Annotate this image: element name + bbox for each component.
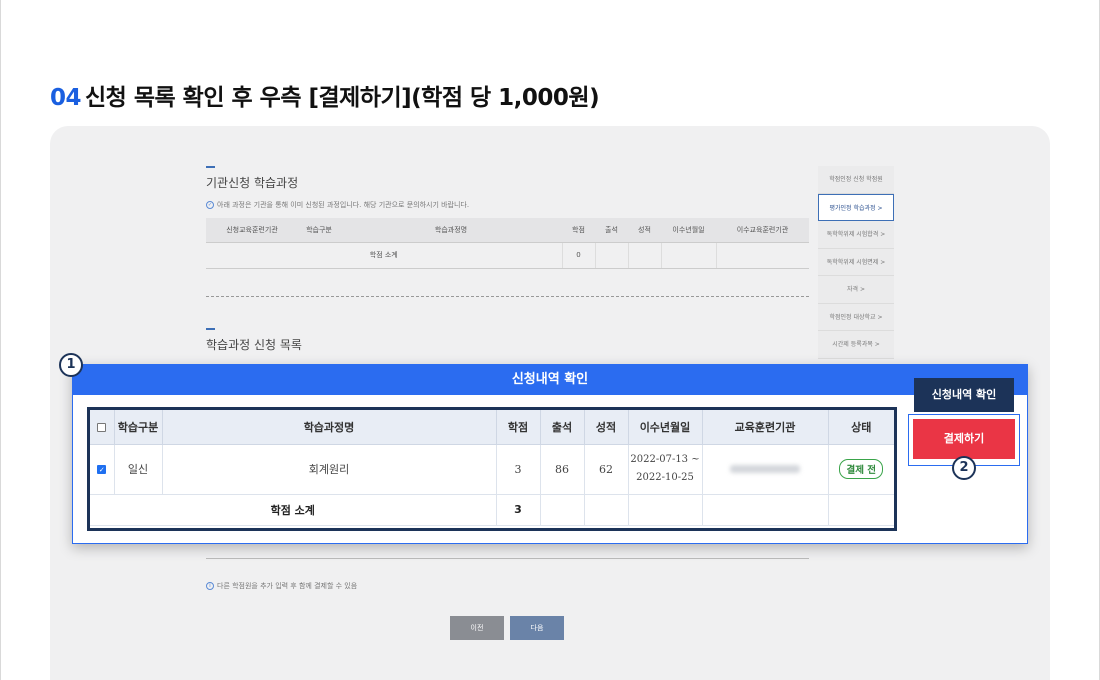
check-circle-icon: ✓ xyxy=(206,201,214,209)
select-all-cell xyxy=(90,410,115,445)
cell-status: 결제 전 xyxy=(828,444,894,495)
subtotal-value: 3 xyxy=(496,494,541,526)
step-marker-1: 1 xyxy=(59,353,83,377)
divider xyxy=(206,296,809,297)
section1-note: ✓ 아래 과정은 기관을 통해 이미 신청된 과정입니다. 해당 기관으로 문의하… xyxy=(206,201,470,209)
col-header: 신청교육훈련기관 xyxy=(206,218,298,243)
pay-button[interactable]: 결제하기 xyxy=(913,419,1015,459)
row-check-cell: ✓ xyxy=(90,444,115,495)
cell-credit: 3 xyxy=(496,444,541,495)
col-header: 출석 xyxy=(595,218,628,243)
col-header: 학습과정명 xyxy=(340,218,562,243)
cell-grade: 62 xyxy=(584,444,629,495)
confirm-application-button[interactable]: 신청내역 확인 xyxy=(914,378,1014,412)
cell-course: 회계원리 xyxy=(162,444,497,495)
col-header: 학습과정명 xyxy=(162,410,497,445)
subtotal-label: 학점 소계 xyxy=(90,494,497,526)
section2-title: 학습과정 신청 목록 xyxy=(206,338,302,352)
col-header: 이수년월일 xyxy=(628,410,703,445)
side-nav-item-exam-exempt[interactable]: 독학학위제 시험면제 > xyxy=(818,248,894,276)
institution-course-table: 신청교육훈련기관 학습구분 학습과정명 학점 출석 성적 이수년월일 이수교육훈… xyxy=(206,218,809,269)
col-header: 이수교육훈련기관 xyxy=(716,218,809,243)
cell-type: 일신 xyxy=(114,444,163,495)
col-header: 상태 xyxy=(828,410,894,445)
info-icon: i xyxy=(206,582,214,590)
section-marker xyxy=(206,328,215,330)
step-marker-2: 2 xyxy=(952,456,976,480)
section1-title: 기관신청 학습과정 xyxy=(206,176,299,190)
page-heading: 04 신청 목록 확인 후 우측 [결제하기](학점 당 1,000원) xyxy=(50,78,600,112)
col-header: 성적 xyxy=(584,410,629,445)
side-nav-item-accredited-course[interactable]: 평가인정 학습과정 > xyxy=(818,193,894,221)
step-number: 04 xyxy=(50,85,82,111)
divider xyxy=(206,558,809,559)
select-all-checkbox[interactable] xyxy=(97,422,107,432)
subtotal-row: 학점 소계 3 xyxy=(90,494,894,526)
col-header: 출석 xyxy=(540,410,585,445)
next-button[interactable]: 다음 xyxy=(510,616,564,640)
highlight-outline: 학습구분 학습과정명 학점 출석 성적 이수년월일 교육훈련기관 상태 ✓ 일신… xyxy=(87,407,897,531)
application-confirm-modal: 신청내역 확인 학습구분 학습과정명 학점 출석 성적 이수년월일 교육훈련기관… xyxy=(72,364,1028,544)
application-table: 학습구분 학습과정명 학점 출석 성적 이수년월일 교육훈련기관 상태 ✓ 일신… xyxy=(90,410,894,526)
status-badge: 결제 전 xyxy=(839,459,884,479)
col-header: 학점 xyxy=(562,218,595,243)
subtotal-value: 0 xyxy=(562,242,596,269)
table-row: ✓ 일신 회계원리 3 86 62 2022-07-13 ~2022-10-25… xyxy=(90,444,894,495)
cell-institution xyxy=(702,444,829,495)
prev-button[interactable]: 이전 xyxy=(450,616,504,640)
modal-title: 신청내역 확인 xyxy=(73,365,1027,395)
cell-date: 2022-07-13 ~2022-10-25 xyxy=(628,444,703,495)
side-nav-item-certificate[interactable]: 자격 > xyxy=(818,276,894,304)
redacted-institution xyxy=(730,464,800,473)
col-header: 학점 xyxy=(496,410,541,445)
col-header: 성적 xyxy=(628,218,661,243)
col-header: 학습구분 xyxy=(114,410,163,445)
col-header: 교육훈련기관 xyxy=(702,410,829,445)
heading-text: 신청 목록 확인 후 우측 [결제하기](학점 당 1,000원) xyxy=(85,85,600,111)
side-nav: 학점인정 신청 학점원 평가인정 학습과정 > 독학학위제 시험합격 > 독학학… xyxy=(818,166,894,359)
section-marker xyxy=(206,166,215,168)
side-nav-header: 학점인정 신청 학점원 xyxy=(818,166,894,194)
side-nav-item-parttime[interactable]: 시간제 등록과목 > xyxy=(818,331,894,359)
col-header: 학습구분 xyxy=(298,218,340,243)
col-header: 이수년월일 xyxy=(661,218,716,243)
cell-attendance: 86 xyxy=(540,444,585,495)
row-checkbox[interactable]: ✓ xyxy=(97,465,107,474)
side-nav-item-exam-pass[interactable]: 독학학위제 시험합격 > xyxy=(818,221,894,249)
lower-note: i 다른 학점원을 추가 입력 후 함께 결제할 수 있음 xyxy=(206,581,357,591)
subtotal-label: 학점 소계 xyxy=(206,242,563,269)
side-nav-item-school[interactable]: 학점인정 대상학교 > xyxy=(818,303,894,331)
